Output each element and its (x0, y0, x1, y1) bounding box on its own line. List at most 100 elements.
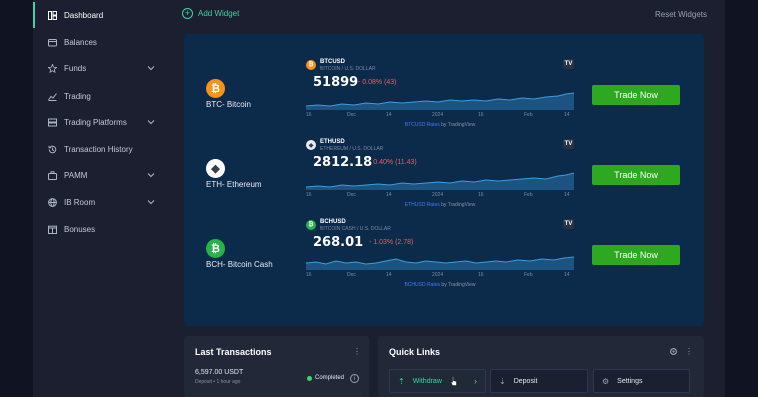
trade-now-button[interactable]: Trade Now (592, 165, 680, 185)
ethereum-logo-icon: ◆ (206, 159, 225, 178)
sidebar-item-label: IB Room (64, 197, 96, 207)
price-sparkline (306, 92, 574, 110)
sidebar-item-bonuses[interactable]: Bonuses (33, 216, 170, 242)
tradingview-credit: ETHUSD Rates by TradingView (404, 202, 476, 208)
rates-link[interactable]: BTCUSD Rates (405, 122, 440, 128)
chevron-right-icon: › (474, 376, 477, 386)
asset-name: BCH- Bitcoin Cash (206, 260, 273, 269)
sidebar-item-trading[interactable]: Trading (33, 83, 170, 109)
symbol-badge-icon: ◆ (306, 140, 316, 150)
time-axis: 16 Dec 14 2024 16 Feb 14 (306, 112, 570, 118)
chevron-down-icon (147, 200, 155, 205)
mouse-pointer-icon (450, 376, 457, 386)
deposit-button[interactable]: ⇣ Deposit (490, 369, 588, 393)
plus-circle-icon: + (182, 8, 193, 19)
sidebar-item-label: PAMM (64, 170, 88, 180)
transaction-meta: Deposit • 1 hour ago (195, 379, 241, 385)
sidebar-item-dashboard[interactable]: Dashboard (33, 2, 170, 28)
more-menu-icon[interactable]: ⋮ (685, 348, 693, 358)
star-icon (47, 63, 57, 73)
info-icon[interactable]: i (350, 374, 359, 383)
status-badge: Completed (307, 375, 344, 381)
price-sparkline (306, 172, 574, 190)
card-title: Last Transactions (195, 347, 272, 357)
sidebar-item-label: Trading Platforms (64, 117, 127, 127)
bitcoin-cash-logo-icon: ₿ (206, 239, 225, 258)
rates-link[interactable]: ETHUSD Rates (405, 202, 440, 208)
symbol-pair: BITCOIN / U.S. DOLLAR (320, 66, 376, 72)
asset-name: BTC- Bitcoin (206, 100, 251, 109)
briefcase-icon (47, 170, 57, 180)
asset-row-eth: ◆ ETH- Ethereum ◆ ETHUSD ETHEREUM / U.S.… (184, 139, 704, 220)
asset-name: ETH- Ethereum (206, 180, 262, 189)
history-icon (47, 144, 57, 154)
price-sparkline (306, 256, 574, 270)
globe-icon (47, 197, 57, 207)
chevron-down-icon (147, 173, 155, 178)
tradingview-logo-icon[interactable]: TV (563, 59, 574, 69)
sidebar: Dashboard Balances Funds Trading Trading… (33, 0, 170, 397)
sidebar-item-funds[interactable]: Funds (33, 55, 170, 81)
sidebar-item-pamm[interactable]: PAMM (33, 162, 170, 188)
symbol-pair: ETHEREUM / U.S. DOLLAR (320, 146, 384, 152)
price-change: - 1.03% (2.78) (369, 239, 414, 246)
grid-icon (47, 10, 57, 20)
tradingview-credit: BCHUSD Rates by TradingView (404, 282, 476, 288)
quick-links-card: Quick Links ⋮ ⇡ Withdraw › ⇣ Deposit ⚙ S… (378, 336, 704, 397)
layers-icon (47, 117, 57, 127)
rates-link[interactable]: BCHUSD Rates (404, 282, 440, 288)
tradingview-widget[interactable]: ◆ ETHUSD ETHEREUM / U.S. DOLLAR 2812.18 … (306, 139, 574, 210)
crypto-widget-panel: ₿ BTC- Bitcoin ₿ BTCUSD BITCOIN / U.S. D… (184, 34, 704, 326)
symbol-code: BCHUSD (320, 219, 346, 225)
bitcoin-logo-icon: ₿ (206, 79, 225, 98)
withdraw-button[interactable]: ⇡ Withdraw › (389, 369, 486, 393)
sidebar-item-label: Dashboard (64, 10, 104, 20)
sidebar-item-label: Transaction History (64, 144, 133, 154)
sidebar-item-ib-room[interactable]: IB Room (33, 189, 170, 215)
sidebar-item-label: Funds (64, 63, 87, 73)
price-change: - 0.08% (43) (358, 79, 397, 86)
gift-icon (47, 224, 57, 234)
sidebar-item-balances[interactable]: Balances (33, 29, 170, 55)
gear-icon[interactable] (669, 347, 678, 356)
symbol-code: BTCUSD (320, 59, 345, 65)
asset-row-bch: ₿ BCH- Bitcoin Cash ₿ BCHUSD BITCOIN CAS… (184, 219, 704, 300)
tradingview-widget[interactable]: ₿ BCHUSD BITCOIN CASH / U.S. DOLLAR 268.… (306, 219, 574, 290)
tradingview-logo-icon[interactable]: TV (563, 219, 574, 229)
sidebar-item-trading-platforms[interactable]: Trading Platforms (33, 109, 170, 135)
more-menu-icon[interactable]: ⋮ (353, 348, 361, 358)
trade-now-button[interactable]: Trade Now (592, 245, 680, 265)
tradingview-credit: BTCUSD Rates by TradingView (404, 122, 476, 128)
reset-widgets-button[interactable]: Reset Widgets (655, 10, 707, 19)
time-axis: 16 Dec 14 2024 16 Feb 14 (306, 272, 570, 278)
transaction-amount: 6,597.00 USDT (195, 369, 244, 376)
chevron-down-icon (147, 120, 155, 125)
symbol-badge-icon: ₿ (306, 220, 316, 230)
settings-button[interactable]: ⚙ Settings (593, 369, 690, 393)
wallet-icon (47, 37, 57, 47)
asset-row-btc: ₿ BTC- Bitcoin ₿ BTCUSD BITCOIN / U.S. D… (184, 59, 704, 140)
status-dot-icon (307, 375, 312, 381)
symbol-code: ETHUSD (320, 139, 345, 145)
price-change: - 0.40% (11.43) (369, 159, 417, 166)
sidebar-item-label: Balances (64, 37, 97, 47)
add-widget-button[interactable]: + Add Widget (182, 8, 239, 19)
tradingview-widget[interactable]: ₿ BTCUSD BITCOIN / U.S. DOLLAR 51899 - 0… (306, 59, 574, 130)
sidebar-item-transaction-history[interactable]: Transaction History (33, 136, 170, 162)
trade-now-button[interactable]: Trade Now (592, 85, 680, 105)
chart-line-icon (47, 91, 57, 101)
gear-icon: ⚙ (602, 376, 610, 386)
main-content: + Add Widget Reset Widgets ₿ BTC- Bitcoi… (170, 0, 725, 397)
widget-toolbar: + Add Widget Reset Widgets (182, 8, 707, 22)
tradingview-logo-icon[interactable]: TV (563, 139, 574, 149)
sidebar-item-label: Trading (64, 91, 91, 101)
sidebar-item-label: Bonuses (64, 224, 96, 234)
symbol-badge-icon: ₿ (306, 60, 316, 70)
last-transactions-card: Last Transactions ⋮ 6,597.00 USDT Deposi… (184, 336, 369, 397)
time-axis: 16 Dec 14 2024 16 Feb 14 (306, 192, 570, 198)
upload-icon: ⇡ (398, 376, 405, 386)
symbol-pair: BITCOIN CASH / U.S. DOLLAR (320, 226, 391, 232)
card-title: Quick Links (389, 347, 441, 357)
download-icon: ⇣ (499, 376, 506, 386)
chevron-down-icon (147, 66, 155, 71)
